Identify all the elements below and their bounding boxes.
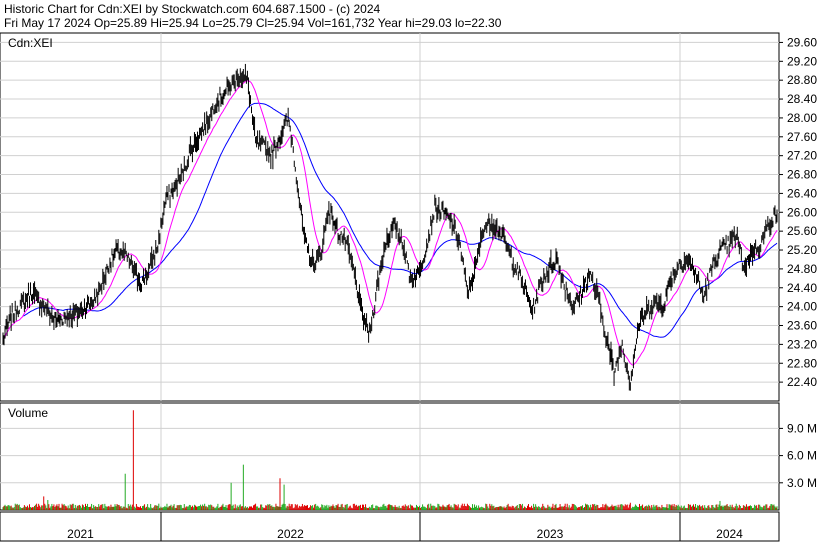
- price-tick-label: 22.40: [787, 375, 817, 389]
- year-label: 2024: [716, 527, 743, 541]
- price-axis-ticks: 29.60 29.20 28.80 28.40 28.00 27.60 27.20 26.80…: [779, 35, 817, 389]
- time-axis-frame: [0, 511, 780, 542]
- price-tick-label: 29.20: [787, 54, 817, 68]
- price-tick-label: 28.00: [787, 111, 817, 125]
- volume-tick-label: 9.0 M: [787, 421, 817, 435]
- price-tick-label: 26.40: [787, 186, 817, 200]
- price-tick-label: 29.60: [787, 35, 817, 49]
- stock-chart: Historic Chart for Cdn:XEI by Stockwatch…: [0, 2, 817, 542]
- header-line-2: Fri May 17 2024 Op=25.89 Hi=25.94 Lo=25.…: [4, 16, 502, 30]
- price-tick-label: 26.80: [787, 168, 817, 182]
- price-tick-label: 24.00: [787, 300, 817, 314]
- price-tick-label: 27.20: [787, 149, 817, 163]
- price-panel: 29.60 29.20 28.80 28.40 28.00 27.60 27.20 26.80…: [0, 32, 817, 402]
- volume-panel: 9.0 M 6.0 M 3.0 M Volume: [0, 402, 817, 511]
- price-plot-frame: [0, 32, 780, 402]
- price-tick-label: 25.20: [787, 243, 817, 257]
- volume-axis-ticks: 9.0 M 6.0 M 3.0 M: [779, 421, 817, 490]
- header-line-1: Historic Chart for Cdn:XEI by Stockwatch…: [4, 2, 380, 16]
- volume-label: Volume: [8, 406, 48, 420]
- year-label: 2023: [537, 527, 564, 541]
- volume-tick-label: 3.0 M: [787, 476, 817, 490]
- price-tick-label: 28.80: [787, 73, 817, 87]
- year-label: 2022: [277, 527, 304, 541]
- price-tick-label: 25.60: [787, 224, 817, 238]
- price-tick-label: 23.60: [787, 319, 817, 333]
- price-tick-label: 28.40: [787, 92, 817, 106]
- time-axis: 2021 2022 2023 2024: [0, 511, 780, 542]
- price-tick-label: 24.40: [787, 281, 817, 295]
- symbol-label: Cdn:XEI: [8, 36, 53, 50]
- price-tick-label: 22.80: [787, 356, 817, 370]
- price-tick-label: 27.60: [787, 130, 817, 144]
- year-label: 2021: [67, 527, 94, 541]
- price-tick-label: 23.20: [787, 337, 817, 351]
- price-tick-label: 26.00: [787, 205, 817, 219]
- volume-plot-frame: [0, 402, 780, 511]
- volume-tick-label: 6.0 M: [787, 449, 817, 463]
- price-tick-label: 24.80: [787, 262, 817, 276]
